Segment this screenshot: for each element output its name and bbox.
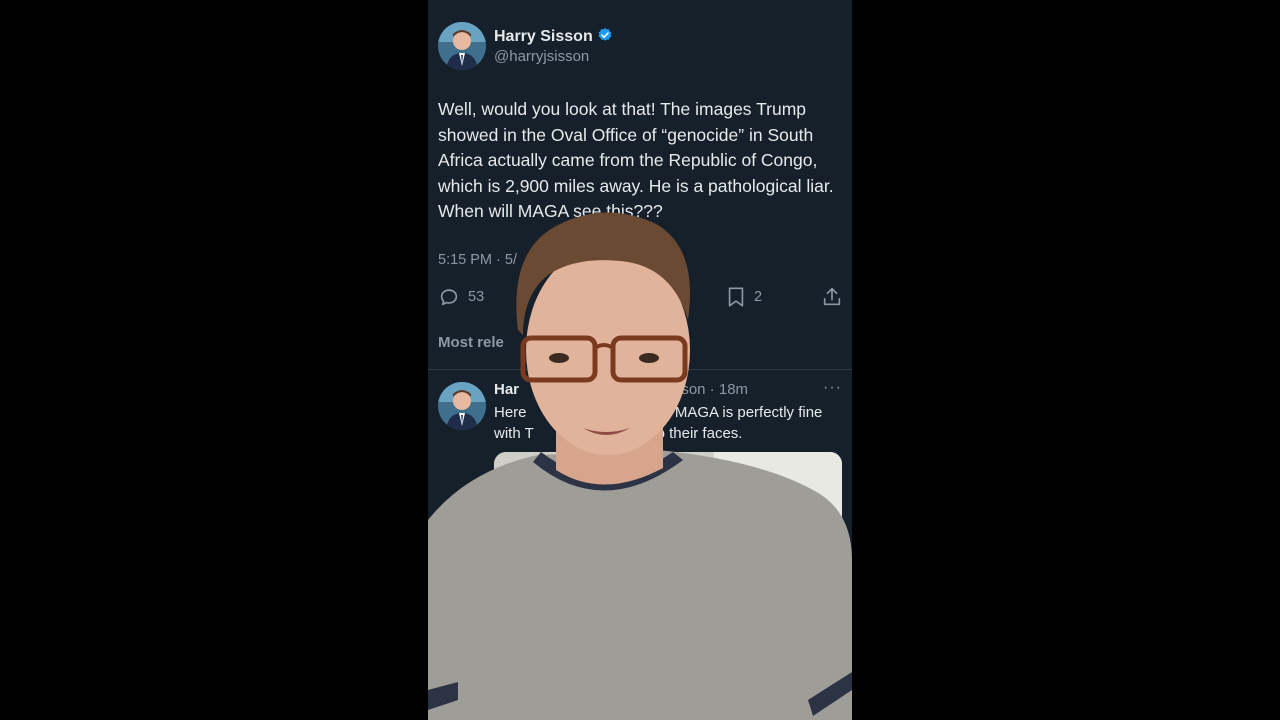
presenter-video-overlay [428, 212, 852, 720]
tweet-screen: Harry Sisson @harryjsisson Well, would y… [428, 0, 852, 720]
